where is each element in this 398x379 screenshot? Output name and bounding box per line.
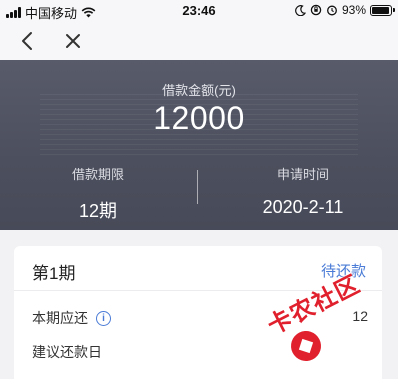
battery-percent: 93% <box>341 3 366 17</box>
apply-time-label: 申请时间 <box>276 167 329 182</box>
period-title: 第1期 <box>32 264 76 283</box>
chevron-left-icon <box>22 32 32 50</box>
suggested-date-label: 建议还款日 <box>32 344 102 360</box>
term-column: 借款期限 12期 <box>18 164 178 223</box>
info-icon[interactable]: i <box>96 310 111 326</box>
due-row: 本期应还 i <box>32 308 111 328</box>
term-value: 12期 <box>78 201 118 221</box>
due-label: 本期应还 <box>32 310 88 326</box>
back-button[interactable] <box>14 28 40 54</box>
apply-time-value: 2020-2-11 <box>262 197 344 217</box>
close-icon <box>66 34 80 48</box>
amount-label: 借款金额(元) <box>162 83 236 98</box>
orientation-lock-icon <box>310 4 322 16</box>
apply-time-column: 申请时间 2020-2-11 <box>208 164 398 218</box>
loan-amount: 12000 <box>153 100 245 136</box>
watermark: 卡农社区 <box>258 271 398 374</box>
nav-bar <box>0 22 398 60</box>
status-right: 93% <box>295 3 395 17</box>
alarm-icon <box>327 5 337 16</box>
moon-icon <box>295 4 306 16</box>
term-label: 借款期限 <box>71 167 124 182</box>
status-bar: 中国移动 23:46 93% <box>0 0 398 22</box>
close-button[interactable] <box>60 28 86 54</box>
battery-icon <box>370 4 395 16</box>
loan-summary-panel: 借款金额(元) 12000 借款期限 12期 申请时间 2020-2-11 <box>0 60 398 230</box>
column-divider <box>197 170 198 204</box>
